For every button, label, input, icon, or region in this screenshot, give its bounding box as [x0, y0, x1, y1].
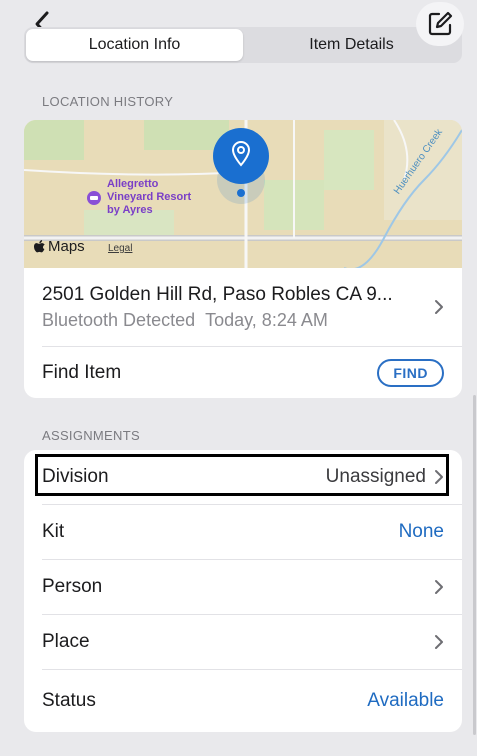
map-view[interactable]: Allegretto Vineyard Resort by Ayres Huer… — [24, 120, 462, 268]
segmented-control: Location Info Item Details — [24, 27, 462, 63]
map-legal-link[interactable]: Legal — [108, 243, 132, 254]
person-label: Person — [42, 576, 103, 597]
assignment-row-status[interactable]: Status Available — [24, 670, 462, 732]
find-item-label: Find Item — [42, 361, 122, 383]
status-value[interactable]: Available — [367, 690, 444, 712]
edit-icon — [428, 11, 453, 36]
status-label: Status — [42, 690, 96, 711]
location-history-card: Allegretto Vineyard Resort by Ayres Huer… — [24, 120, 462, 398]
detection-time: Today, 8:24 AM — [205, 309, 328, 330]
apple-logo-icon — [34, 239, 45, 252]
edit-button[interactable] — [416, 2, 464, 46]
assignment-row-division[interactable]: Division Unassigned — [24, 450, 462, 504]
top-bar: Location Info Item Details — [0, 0, 477, 70]
tab-location-info[interactable]: Location Info — [26, 29, 243, 61]
assignment-row-person[interactable]: Person — [24, 560, 462, 614]
assignments-section-title: ASSIGNMENTS — [42, 428, 140, 443]
place-label: Place — [42, 631, 90, 652]
find-item-row: Find Item FIND — [24, 347, 462, 398]
map-poi-label: Allegretto Vineyard Resort by Ayres — [107, 178, 192, 216]
chevron-right-icon — [435, 300, 443, 314]
address-text: 2501 Golden Hill Rd, Paso Robles CA 9... — [42, 283, 393, 305]
detection-method: Bluetooth Detected — [42, 309, 196, 330]
location-history-section-title: LOCATION HISTORY — [42, 94, 174, 109]
chevron-right-icon — [435, 470, 443, 484]
kit-value[interactable]: None — [399, 521, 444, 543]
scrollbar[interactable] — [473, 395, 476, 735]
address-row[interactable]: 2501 Golden Hill Rd, Paso Robles CA 9...… — [24, 268, 462, 346]
map-graphic — [24, 120, 462, 268]
maps-brand: Maps — [34, 238, 85, 255]
chevron-right-icon — [435, 635, 443, 649]
kit-label: Kit — [42, 521, 65, 542]
assignment-row-place[interactable]: Place — [24, 615, 462, 669]
find-button[interactable]: FIND — [377, 358, 444, 387]
division-value: Unassigned — [325, 466, 426, 487]
chevron-right-icon — [435, 580, 443, 594]
assignment-row-kit[interactable]: Kit None — [24, 505, 462, 559]
assignments-card: Division Unassigned Kit None Person Plac… — [24, 450, 462, 732]
maps-brand-label: Maps — [48, 238, 85, 255]
division-label: Division — [42, 466, 109, 487]
